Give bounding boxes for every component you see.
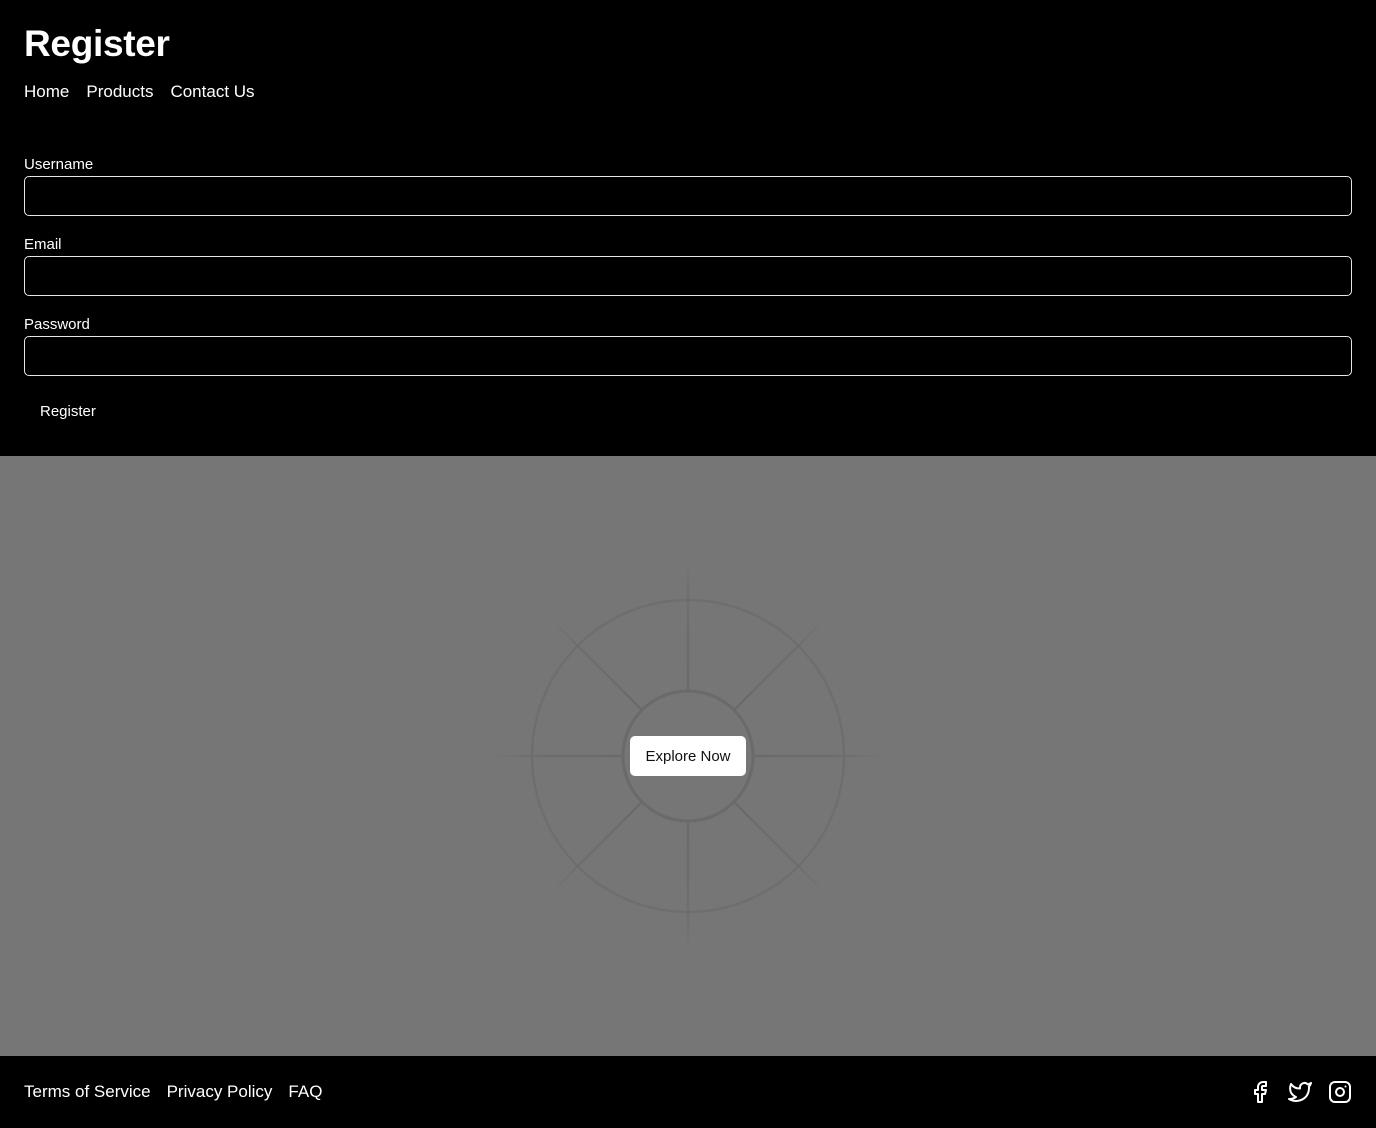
footer-link-faq[interactable]: FAQ [288,1081,322,1103]
footer-links: Terms of Service Privacy Policy FAQ [24,1081,322,1103]
hero-section: Explore Now [0,456,1376,1056]
nav-link-home[interactable]: Home [24,81,69,103]
email-label: Email [24,236,62,253]
social-links [1248,1080,1352,1104]
nav-link-contact-us[interactable]: Contact Us [170,81,254,103]
username-field[interactable] [24,176,1352,216]
explore-now-button[interactable]: Explore Now [630,736,746,776]
instagram-icon[interactable] [1328,1080,1352,1104]
footer-link-privacy[interactable]: Privacy Policy [167,1081,273,1103]
facebook-icon[interactable] [1248,1080,1272,1104]
register-section: Register Home Products Contact Us Userna… [0,0,1376,456]
footer-link-terms[interactable]: Terms of Service [24,1081,151,1103]
page-title: Register [24,23,170,64]
email-field[interactable] [24,256,1352,296]
register-button[interactable]: Register [24,396,112,428]
site-footer: Terms of Service Privacy Policy FAQ [0,1056,1376,1128]
main-nav: Home Products Contact Us [24,81,255,103]
username-label: Username [24,156,94,173]
nav-link-products[interactable]: Products [86,81,153,103]
twitter-icon[interactable] [1288,1080,1312,1104]
password-label: Password [24,316,90,333]
password-field[interactable] [24,336,1352,376]
